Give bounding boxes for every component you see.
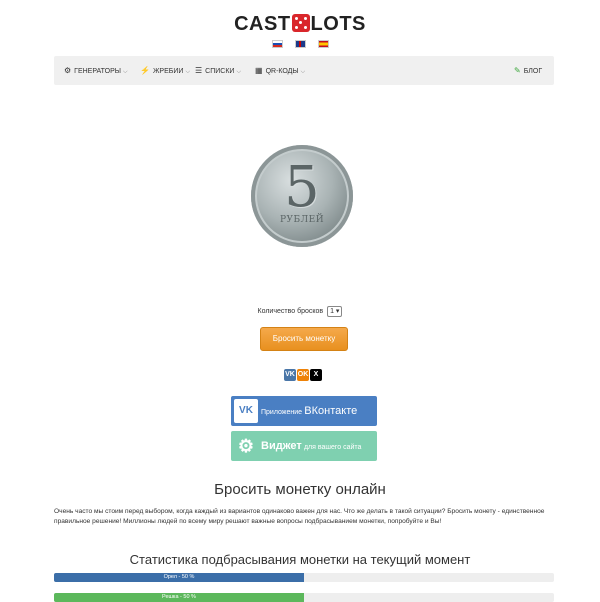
pencil-icon: ✎ xyxy=(514,66,521,75)
toss-count-label: Количество бросков xyxy=(257,308,324,315)
nav-item-qr-codes[interactable]: ▦ QR-КОДЫ ⌵ xyxy=(255,56,305,85)
qr-code-icon: ▦ xyxy=(255,66,263,75)
language-switcher xyxy=(0,40,600,48)
coin-image[interactable]: 5 РУБЛЕЙ xyxy=(251,145,353,247)
nav-label: QR-КОДЫ xyxy=(265,68,299,75)
nav-label: БЛОГ xyxy=(523,68,543,75)
toss-count-select[interactable]: 1 ▾ xyxy=(327,306,343,317)
chevron-down-icon: ⌵ xyxy=(300,69,306,75)
toss-count-value: 1 xyxy=(330,308,334,315)
chevron-down-icon: ⌵ xyxy=(236,69,242,75)
gear-icon: ⚙ xyxy=(237,436,255,456)
vk-banner-main: ВКонтакте xyxy=(304,405,358,417)
navbar: ⚙ ГЕНЕРАТОРЫ ⌵ ⚡ ЖРЕБИИ ⌵ ☰ СПИСКИ ⌵ ▦ QR-КОДЫ ⌵… xyxy=(54,56,554,85)
nav-item-blog[interactable]: ✎ БЛОГ xyxy=(514,56,542,85)
page-title: Бросить монетку онлайн xyxy=(214,481,386,498)
gears-icon: ⚙ xyxy=(64,66,72,75)
chevron-down-icon: ⌵ xyxy=(122,69,128,75)
list-icon: ☰ xyxy=(195,66,203,75)
logo[interactable]: CAST LOTS xyxy=(0,13,600,36)
widget-banner-main: Виджет xyxy=(261,440,302,452)
share-buttons: VK OK X xyxy=(284,369,323,387)
logo-text-lots: LOTS xyxy=(310,13,366,35)
stats-title: Статистика подбрасывания монетки на теку… xyxy=(129,552,471,567)
toss-count-row: Количество бросков 1 ▾ xyxy=(0,306,600,317)
stats-bar-tails-fill: Решка - 50 % xyxy=(54,593,304,602)
flag-ru-icon[interactable] xyxy=(271,40,283,48)
vk-app-banner[interactable]: VK Приложение ВКонтакте xyxy=(231,396,377,426)
flag-es-icon[interactable] xyxy=(317,40,329,48)
nav-label: СПИСКИ xyxy=(205,68,235,75)
widget-banner-suffix: для вашего сайта xyxy=(303,444,362,451)
toss-coin-button[interactable]: Бросить монетку xyxy=(260,327,348,351)
lightning-icon: ⚡ xyxy=(140,66,150,75)
coin-text: РУБЛЕЙ xyxy=(279,215,325,225)
nav-label: ЖРЕБИИ xyxy=(152,68,184,75)
nav-label: ГЕНЕРАТОРЫ xyxy=(74,68,121,75)
nav-item-lots[interactable]: ⚡ ЖРЕБИИ ⌵ xyxy=(140,56,190,85)
nav-item-generators[interactable]: ⚙ ГЕНЕРАТОРЫ ⌵ xyxy=(64,56,128,85)
logo-text-cast: CAST xyxy=(234,13,291,35)
widget-banner[interactable]: ⚙ Виджет для вашего сайта xyxy=(231,431,377,461)
dice-icon xyxy=(291,14,310,32)
vk-share-icon[interactable]: VK xyxy=(284,369,296,381)
ok-share-icon[interactable]: OK xyxy=(297,369,309,381)
intro-paragraph: Очень часто мы стоим перед выбором, когд… xyxy=(54,508,545,525)
vk-logo-icon: VK xyxy=(234,399,258,423)
flag-en-icon[interactable] xyxy=(294,40,306,48)
stats-bar-tails: Решка - 50 % xyxy=(54,593,554,602)
vk-banner-prefix: Приложение xyxy=(261,409,303,416)
nav-item-lists[interactable]: ☰ СПИСКИ ⌵ xyxy=(195,56,241,85)
chevron-down-icon: ⌵ xyxy=(185,69,190,75)
coin-denomination: 5 xyxy=(284,155,320,220)
x-share-icon[interactable]: X xyxy=(310,369,322,381)
stats-bar-heads-fill: Орел - 50 % xyxy=(54,573,304,582)
stats-bar-heads: Орел - 50 % xyxy=(54,573,554,582)
